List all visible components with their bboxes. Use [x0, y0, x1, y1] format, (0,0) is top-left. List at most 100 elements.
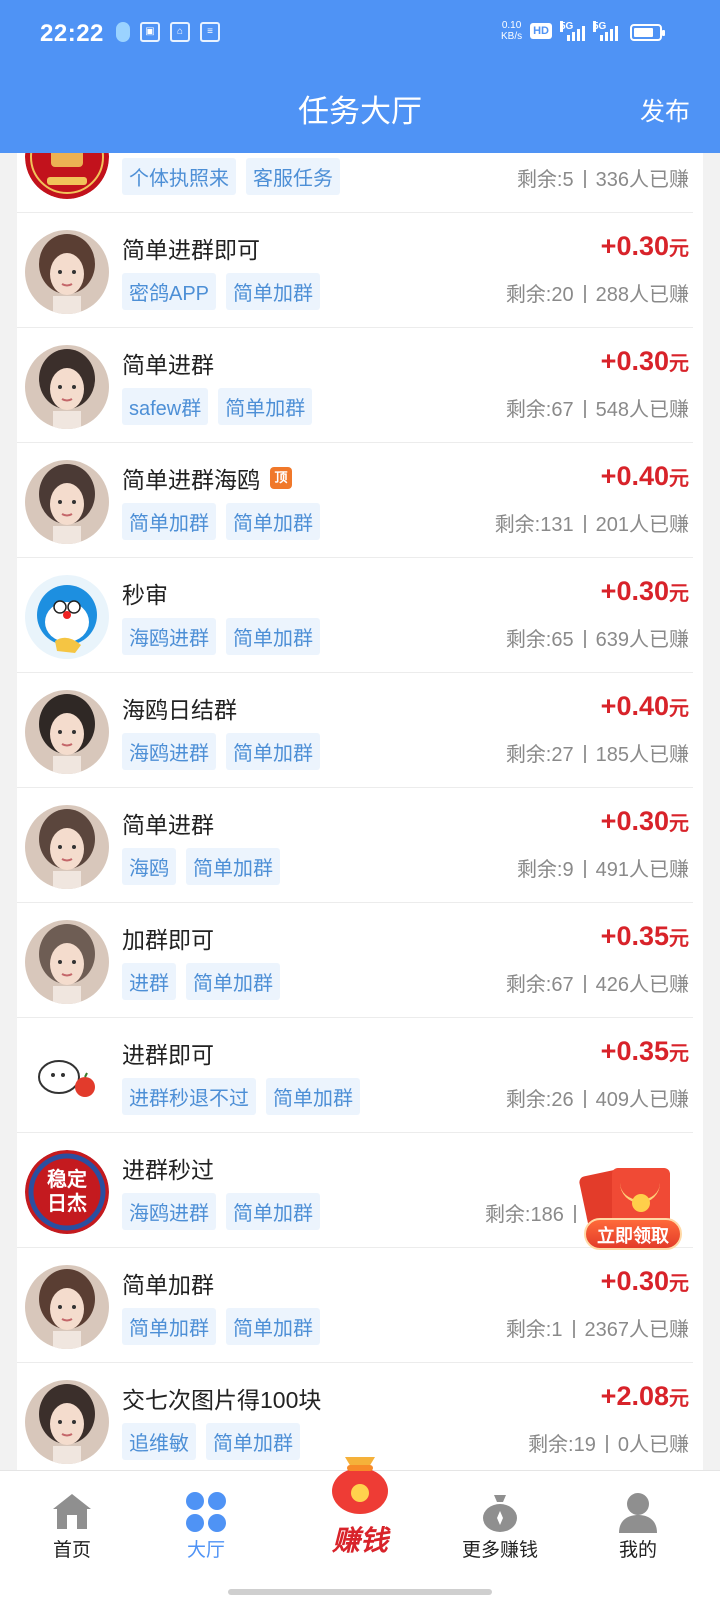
task-tag: 简单加群: [226, 1193, 320, 1230]
task-reward: +0.30元: [601, 806, 689, 837]
task-title: 海鸥日结群: [122, 691, 237, 725]
task-title-text: 简单进群海鸥: [122, 467, 260, 493]
task-tag: 简单加群: [218, 388, 313, 425]
reward-amount: +0.30: [600, 576, 669, 606]
task-tag: 海鸥进群: [122, 1193, 216, 1230]
task-title-text: 进群即可: [122, 1042, 214, 1068]
task-stats: 剩余:27 185人已赚: [506, 738, 689, 767]
home-indicator[interactable]: [228, 1589, 492, 1595]
nav-label: 更多赚钱: [461, 1540, 538, 1561]
user-photo-avatar: [25, 805, 109, 889]
task-tag: 简单加群: [186, 848, 280, 885]
task-stats: 剩余:131 201人已赚: [495, 508, 689, 537]
task-tags: 个体执照来 客服任务: [122, 158, 340, 195]
nav-item-home[interactable]: 首页: [0, 1471, 144, 1581]
user-photo-avatar: [25, 920, 109, 1004]
task-title: 简单进群海鸥顶: [122, 461, 292, 495]
earned-count: 0人已赚: [617, 1434, 689, 1456]
task-row[interactable]: 秒审 海鸥进群 简单加群 +0.30元 剩余:65 639人已赚: [17, 558, 693, 673]
task-row[interactable]: 简单进群 safew群 简单加群 +0.30元 剩余:67 548人已赚: [17, 328, 693, 443]
task-row[interactable]: 简单进群即可 密鸽APP 简单加群 +0.30元 剩余:20 288人已赚: [17, 213, 693, 328]
task-title: 交七次图片得100块: [122, 1381, 321, 1415]
user-photo-avatar: [25, 690, 109, 774]
task-reward: +0.40元: [601, 691, 689, 722]
reward-amount: +0.30: [600, 346, 669, 376]
task-row[interactable]: 海鸥日结群 海鸥进群 简单加群 +0.40元 剩余:27 185人已赚: [17, 673, 693, 788]
reward-amount: +0.35: [600, 1036, 669, 1066]
nav-label: 我的: [618, 1540, 657, 1561]
notification-icons: ▣ ⌂ ≡: [116, 22, 220, 42]
nav-item-mine[interactable]: 我的: [566, 1471, 710, 1581]
stats-divider: [583, 400, 586, 418]
reward-unit: 元: [669, 1043, 689, 1065]
task-tag: 简单加群: [206, 1423, 300, 1460]
reward-unit: 元: [669, 813, 689, 835]
nav-item-hall[interactable]: 大厅: [134, 1471, 278, 1581]
signal-icon: 5G: [593, 21, 618, 41]
task-tag: 客服任务: [246, 158, 340, 195]
task-title-text: 简单进群即可: [122, 237, 260, 263]
status-bar: 22:22 ▣ ⌂ ≡ 0.10 KB/s HD 5G 5G: [0, 0, 720, 66]
reward-unit: 元: [669, 1273, 689, 1295]
task-stats: 剩余:5 336人已赚: [517, 163, 689, 192]
task-title-text: 加群即可: [122, 927, 214, 953]
task-tag: 简单加群: [226, 273, 321, 310]
stats-divider: [583, 630, 586, 648]
task-tags: safew群 简单加群: [122, 388, 313, 425]
nav-item-more-earn[interactable]: 更多赚钱: [428, 1471, 572, 1581]
task-list: 一码当天合格个体执照来客服任务+100.00元剩余:5336人已赚简单进群即可密…: [17, 153, 703, 1470]
red-packet-label: 立即领取: [584, 1218, 682, 1250]
stats-divider: [583, 285, 586, 303]
task-stats: 剩余:67 548人已赚: [506, 393, 689, 422]
task-stats: 剩余:9 491人已赚: [517, 853, 689, 882]
reward-unit: 元: [669, 1388, 689, 1410]
gold-emblem-avatar: [25, 153, 109, 199]
reward-amount: +0.30: [600, 231, 669, 261]
task-tag: 简单加群: [122, 503, 216, 540]
remaining-count: 剩余:9: [516, 859, 574, 881]
avatar-stamp-text: 稳定日杰: [47, 1169, 87, 1215]
stats-divider: [573, 1205, 576, 1223]
task-row[interactable]: 加群即可 进群 简单加群 +0.35元 剩余:67 426人已赚: [17, 903, 693, 1018]
task-reward: +2.08元: [601, 1381, 689, 1412]
red-packet-button[interactable]: 立即领取: [578, 1167, 684, 1254]
status-time: 22:22: [40, 20, 104, 47]
earned-count: 426人已赚: [595, 974, 689, 996]
task-tag: 海鸥: [122, 848, 176, 885]
task-tag: 简单加群: [226, 618, 320, 655]
task-tag: 海鸥进群: [122, 733, 216, 770]
app-header: 22:22 ▣ ⌂ ≡ 0.10 KB/s HD 5G 5G 任务大厅 发布: [0, 0, 720, 153]
reward-amount: +2.08: [600, 1381, 669, 1411]
task-row[interactable]: 进群即可进群秒退不过 简单加群 +0.35元剩余:26 409人已赚: [17, 1018, 693, 1133]
earned-count: 548人已赚: [595, 399, 689, 421]
remaining-count: 剩余:26: [505, 1089, 574, 1111]
task-tags: 进群秒退不过 简单加群: [122, 1078, 360, 1115]
nav-item-earn[interactable]: 赚钱: [288, 1457, 432, 1581]
task-list-container[interactable]: 一码当天合格个体执照来客服任务+100.00元剩余:5336人已赚简单进群即可密…: [17, 153, 703, 1470]
earned-count: 491人已赚: [595, 859, 689, 881]
publish-button[interactable]: 发布: [640, 92, 690, 128]
cartoon-cat-avatar: [25, 575, 109, 659]
task-title-text: 秒审: [122, 582, 168, 608]
task-title: 进群即可: [122, 1036, 214, 1070]
task-row[interactable]: 一码当天合格个体执照来客服任务+100.00元剩余:5336人已赚: [17, 153, 693, 213]
reward-amount: +0.30: [600, 806, 669, 836]
nav-label: 大厅: [186, 1540, 225, 1561]
home-icon: [53, 1494, 91, 1529]
earned-count: 336人已赚: [595, 169, 689, 191]
remaining-count: 剩余:67: [505, 974, 574, 996]
page-title: 任务大厅: [298, 94, 422, 129]
task-stats: 剩余:26 409人已赚: [506, 1083, 689, 1112]
pinned-badge: 顶: [270, 467, 292, 489]
earned-count: 201人已赚: [595, 514, 689, 536]
task-row[interactable]: 简单进群 海鸥 简单加群 +0.30元 剩余:9 491人已赚: [17, 788, 693, 903]
stats-divider: [583, 515, 586, 533]
user-photo-avatar: [25, 1380, 109, 1464]
task-row[interactable]: 简单加群 简单加群 简单加群 +0.30元 剩余:1 2367人已赚: [17, 1248, 693, 1363]
task-row[interactable]: 简单进群海鸥顶简单加群 简单加群 +0.40元 剩余:131 201人已赚: [17, 443, 693, 558]
task-stats: 剩余:67 426人已赚: [506, 968, 689, 997]
earned-count: 409人已赚: [595, 1089, 689, 1111]
stats-divider: [572, 1320, 575, 1338]
task-stats: 剩余:20 288人已赚: [506, 278, 689, 307]
user-photo-avatar: [25, 230, 109, 314]
